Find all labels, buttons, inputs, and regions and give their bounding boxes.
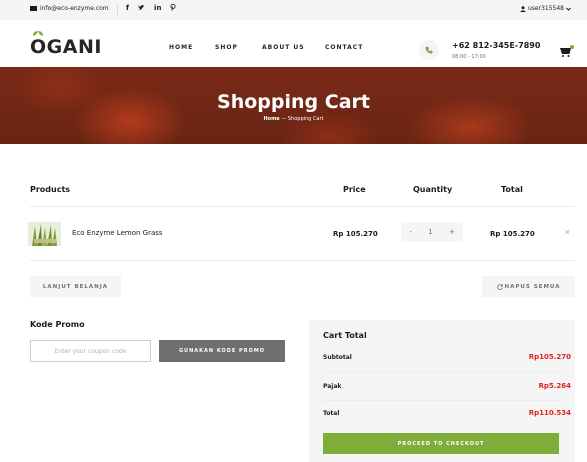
nav-contact[interactable]: CONTACT	[325, 44, 363, 51]
linkedin-icon[interactable]: in	[154, 4, 161, 13]
user-menu[interactable]: user315548	[520, 5, 571, 12]
increase-button[interactable]: +	[449, 228, 455, 236]
facebook-icon[interactable]: f	[126, 4, 129, 13]
cart-total-divider	[323, 372, 559, 373]
proceed-to-checkout-button[interactable]: PROCEED TO CHECKOUT	[323, 433, 559, 454]
column-header-products: Products	[30, 185, 71, 194]
refresh-icon	[496, 283, 503, 290]
product-total: Rp 105.270	[490, 230, 535, 238]
site-logo[interactable]: OGANI	[30, 31, 102, 58]
breadcrumb-current: Shopping Cart	[287, 116, 324, 122]
nav-shop[interactable]: SHOP	[215, 44, 238, 51]
nav-home[interactable]: HOME	[169, 44, 193, 51]
product-price: Rp 105.270	[333, 230, 378, 238]
page-title: Shopping Cart	[217, 91, 370, 113]
breadcrumb: Home — Shopping Cart	[0, 116, 587, 122]
breadcrumb-separator: —	[279, 116, 288, 122]
table-divider	[30, 206, 575, 207]
user-name: user315548	[528, 5, 564, 12]
subtotal-label: Subtotal	[323, 354, 352, 361]
email-text: info@eco-enzyme.com	[40, 5, 109, 12]
divider	[117, 4, 118, 16]
social-links: f in	[126, 3, 176, 13]
column-header-quantity: Quantity	[413, 185, 453, 194]
pinterest-icon[interactable]	[170, 3, 176, 13]
total-label: Total	[323, 410, 340, 417]
leaf-icon	[33, 31, 43, 36]
continue-shopping-button[interactable]: LANJUT BELANJA	[30, 276, 121, 297]
promo-title: Kode Promo	[30, 320, 85, 329]
twitter-icon[interactable]	[138, 4, 145, 13]
clear-cart-button[interactable]: HAPUS SEMUA	[482, 276, 575, 297]
phone-number: +62 812-345E-7890	[452, 41, 541, 50]
envelope-icon	[30, 6, 37, 11]
tax-value: Rp5.264	[538, 382, 571, 390]
table-divider	[30, 260, 575, 261]
decrease-button[interactable]: -	[409, 228, 412, 236]
subtotal-value: Rp105.270	[528, 353, 571, 361]
cart-total-title: Cart Total	[323, 331, 367, 340]
phone-icon	[419, 40, 439, 60]
quantity-value[interactable]: 1	[428, 228, 432, 236]
chevron-down-icon	[566, 7, 571, 11]
apply-coupon-button[interactable]: GUNAKAN KODE PROMO	[159, 340, 285, 362]
tax-label: Pajak	[323, 383, 342, 390]
user-icon	[520, 5, 526, 12]
cart-total-divider	[323, 400, 559, 401]
product-image	[28, 222, 61, 246]
support-hours: 08:00 - 17:00	[452, 54, 486, 60]
total-value: Rp110.534	[528, 409, 571, 417]
top-bar: info@eco-enzyme.com f in user315548	[0, 0, 587, 20]
product-name[interactable]: Eco Enzyme Lemon Grass	[72, 229, 163, 237]
quantity-stepper: - 1 +	[401, 222, 463, 242]
coupon-code-input[interactable]	[30, 340, 151, 362]
nav-about-us[interactable]: ABOUT US	[262, 44, 305, 51]
column-header-price: Price	[343, 185, 366, 194]
column-header-total: Total	[501, 185, 523, 194]
logo-text: OGANI	[30, 36, 102, 58]
contact-email[interactable]: info@eco-enzyme.com	[30, 5, 109, 12]
close-icon[interactable]: ✕	[564, 228, 571, 237]
cart-icon[interactable]	[560, 42, 574, 57]
breadcrumb-home[interactable]: Home	[263, 116, 279, 122]
clear-cart-label: HAPUS SEMUA	[504, 283, 561, 290]
